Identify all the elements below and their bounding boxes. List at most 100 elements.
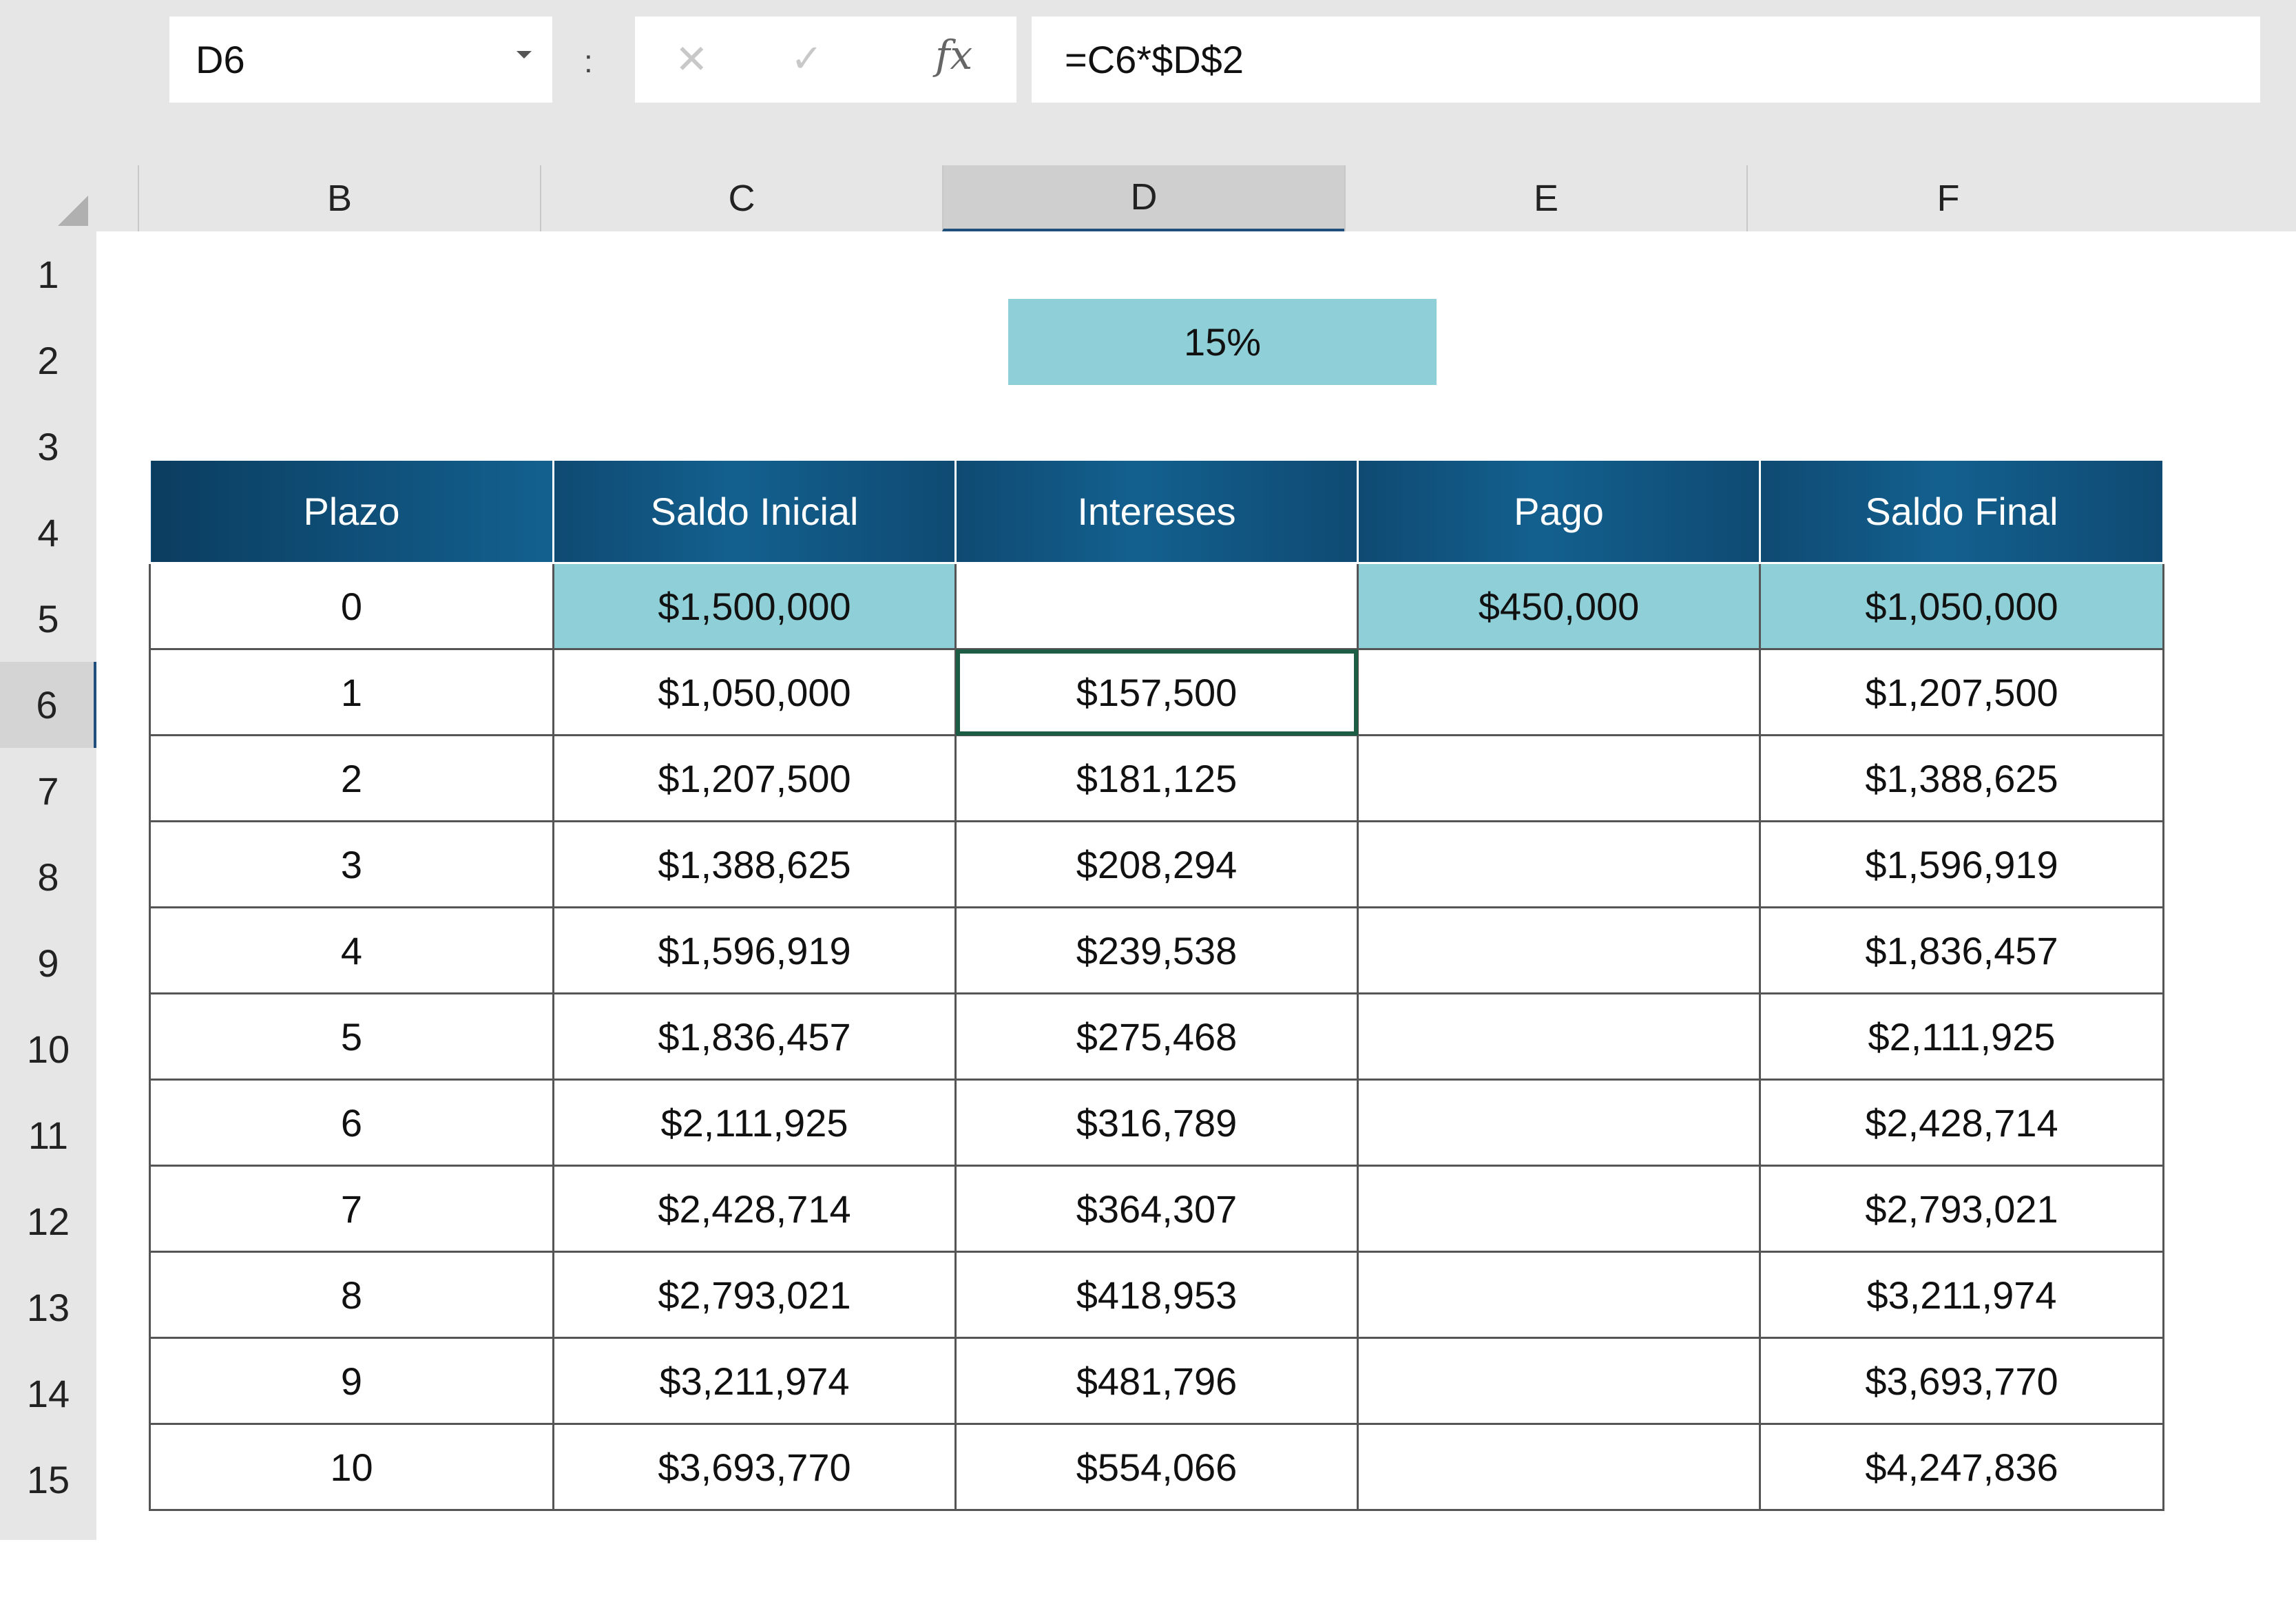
table-row: 7 $2,428,714 $364,307 $2,793,021: [149, 1165, 2164, 1253]
table-cell[interactable]: 7: [149, 1165, 554, 1253]
table-cell[interactable]: $4,247,836: [1759, 1423, 2164, 1511]
table-cell[interactable]: $1,388,625: [552, 820, 957, 908]
table-cell[interactable]: $3,693,770: [1759, 1337, 2164, 1425]
column-header-e[interactable]: E: [1344, 165, 1746, 231]
table-cell[interactable]: [1357, 820, 1761, 908]
table-cell[interactable]: $1,596,919: [1759, 820, 2164, 908]
table-cell[interactable]: [1357, 1251, 1761, 1339]
table-cell[interactable]: $2,793,021: [1759, 1165, 2164, 1253]
row-header-7[interactable]: 7: [0, 748, 96, 834]
interest-rate-cell[interactable]: 15%: [1008, 299, 1437, 385]
table-row: 0 $1,500,000 $450,000 $1,050,000: [149, 562, 2164, 650]
table-cell[interactable]: [1357, 734, 1761, 822]
column-header-d[interactable]: D: [942, 165, 1344, 231]
table-header-cell[interactable]: Plazo: [149, 459, 554, 564]
table-cell[interactable]: 10: [149, 1423, 554, 1511]
table-cell[interactable]: 2: [149, 734, 554, 822]
table-cell[interactable]: $364,307: [954, 1165, 1359, 1253]
table-cell[interactable]: [1357, 992, 1761, 1081]
chevron-down-icon[interactable]: [516, 51, 532, 59]
table-cell[interactable]: $1,836,457: [552, 992, 957, 1081]
table-cell[interactable]: [1357, 648, 1761, 736]
table-cell[interactable]: [1357, 1165, 1761, 1253]
table-cell[interactable]: 0: [149, 562, 554, 650]
table-cell[interactable]: 6: [149, 1079, 554, 1167]
column-header-b[interactable]: B: [138, 165, 540, 231]
table-cell[interactable]: $181,125: [954, 734, 1359, 822]
table-cell[interactable]: [1357, 1337, 1761, 1425]
table-row: 2 $1,207,500 $181,125 $1,388,625: [149, 734, 2164, 822]
row-header-2[interactable]: 2: [0, 317, 96, 404]
cancel-icon[interactable]: ✕: [675, 36, 709, 83]
table-cell[interactable]: $275,468: [954, 992, 1359, 1081]
name-box-value: D6: [196, 38, 245, 81]
row-header-5[interactable]: 5: [0, 576, 96, 662]
amortization-table: Plazo Saldo Inicial Intereses Pago Saldo Fin…: [149, 459, 2164, 1511]
table-cell[interactable]: 8: [149, 1251, 554, 1339]
row-header-4[interactable]: 4: [0, 490, 96, 576]
table-row: 10 $3,693,770 $554,066 $4,247,836: [149, 1423, 2164, 1511]
formula-buttons: ✕ ✓ fx: [635, 17, 1016, 103]
table-cell[interactable]: $1,207,500: [1759, 648, 2164, 736]
select-all-corner[interactable]: [58, 196, 88, 226]
table-cell[interactable]: $2,793,021: [552, 1251, 957, 1339]
table-cell[interactable]: $3,211,974: [552, 1337, 957, 1425]
table-cell[interactable]: $1,388,625: [1759, 734, 2164, 822]
table-cell[interactable]: 9: [149, 1337, 554, 1425]
row-header-13[interactable]: 13: [0, 1264, 96, 1351]
table-row: 4 $1,596,919 $239,538 $1,836,457: [149, 906, 2164, 994]
row-header-3[interactable]: 3: [0, 404, 96, 490]
table-cell[interactable]: 4: [149, 906, 554, 994]
table-cell[interactable]: [1357, 906, 1761, 994]
column-header-f[interactable]: F: [1746, 165, 2149, 231]
table-cell[interactable]: $1,836,457: [1759, 906, 2164, 994]
row-header-10[interactable]: 10: [0, 1006, 96, 1092]
table-cell[interactable]: [954, 562, 1359, 650]
table-cell[interactable]: $239,538: [954, 906, 1359, 994]
table-header-cell[interactable]: Saldo Inicial: [552, 459, 957, 564]
row-header-12[interactable]: 12: [0, 1178, 96, 1264]
table-cell[interactable]: 5: [149, 992, 554, 1081]
table-cell[interactable]: $1,596,919: [552, 906, 957, 994]
table-cell[interactable]: $316,789: [954, 1079, 1359, 1167]
table-cell[interactable]: [1357, 1079, 1761, 1167]
table-header-cell[interactable]: Saldo Final: [1759, 459, 2164, 564]
table-cell[interactable]: $208,294: [954, 820, 1359, 908]
table-cell[interactable]: $3,211,974: [1759, 1251, 2164, 1339]
enter-icon[interactable]: ✓: [791, 36, 823, 81]
table-cell[interactable]: $157,500: [954, 648, 1359, 736]
table-cell[interactable]: $2,428,714: [1759, 1079, 2164, 1167]
table-cell[interactable]: $450,000: [1357, 562, 1761, 650]
row-header-6[interactable]: 6: [0, 662, 96, 748]
row-header-8[interactable]: 8: [0, 834, 96, 920]
table-cell[interactable]: $2,111,925: [1759, 992, 2164, 1081]
row-header-9[interactable]: 9: [0, 920, 96, 1006]
column-header-c[interactable]: C: [540, 165, 942, 231]
table-cell[interactable]: $3,693,770: [552, 1423, 957, 1511]
table-cell[interactable]: [1357, 1423, 1761, 1511]
row-header-11[interactable]: 11: [0, 1092, 96, 1178]
insert-function-icon[interactable]: fx: [935, 32, 972, 79]
formula-input[interactable]: =C6*$D$2: [1032, 17, 2260, 103]
table-header-cell[interactable]: Intereses: [954, 459, 1359, 564]
row-header-15[interactable]: 15: [0, 1437, 96, 1523]
table-cell[interactable]: $2,111,925: [552, 1079, 957, 1167]
table-cell[interactable]: $1,500,000: [552, 562, 957, 650]
table-cell[interactable]: $554,066: [954, 1423, 1359, 1511]
table-row: 1 $1,050,000 $157,500 $1,207,500: [149, 648, 2164, 736]
table-cell[interactable]: $2,428,714: [552, 1165, 957, 1253]
table-cell[interactable]: $1,207,500: [552, 734, 957, 822]
table-row: 9 $3,211,974 $481,796 $3,693,770: [149, 1337, 2164, 1425]
row-header-14[interactable]: 14: [0, 1351, 96, 1437]
table-header-cell[interactable]: Pago: [1357, 459, 1761, 564]
table-cell[interactable]: 3: [149, 820, 554, 908]
table-cell[interactable]: $418,953: [954, 1251, 1359, 1339]
name-box[interactable]: D6: [169, 17, 552, 103]
table-cell[interactable]: 1: [149, 648, 554, 736]
table-cell[interactable]: $481,796: [954, 1337, 1359, 1425]
table-cell[interactable]: $1,050,000: [1759, 562, 2164, 650]
table-row: 3 $1,388,625 $208,294 $1,596,919: [149, 820, 2164, 908]
table-cell[interactable]: $1,050,000: [552, 648, 957, 736]
row-header-1[interactable]: 1: [0, 231, 96, 317]
table-header-row: Plazo Saldo Inicial Intereses Pago Saldo Fin…: [149, 459, 2164, 564]
